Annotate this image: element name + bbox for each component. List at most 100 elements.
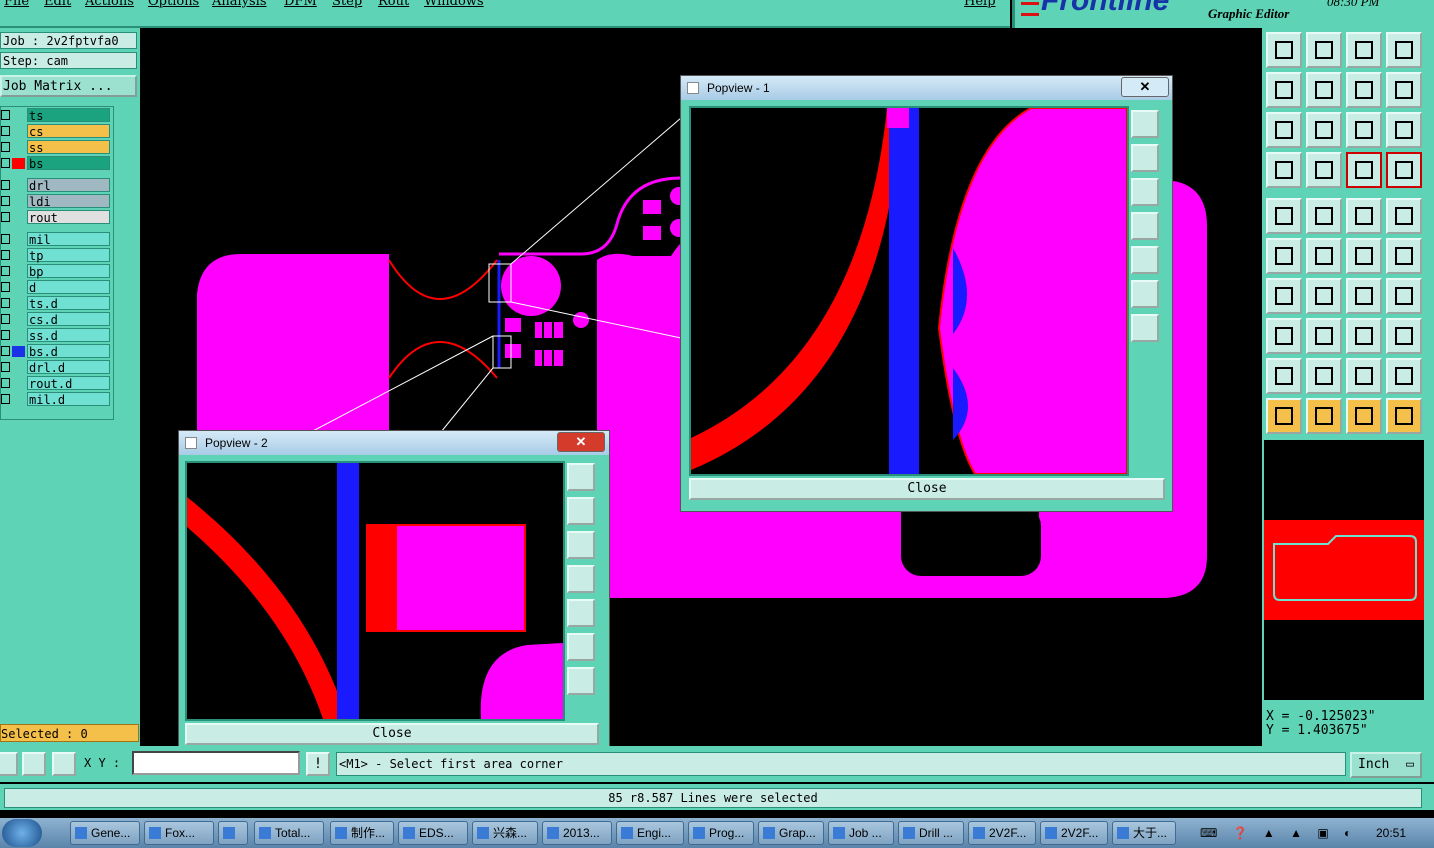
undo-icon[interactable] [1346,72,1382,108]
layer-name[interactable]: bs.d [27,344,110,359]
layer-row[interactable]: ldi [1,194,111,209]
pointer-select-icon[interactable] [1306,398,1342,434]
triangle-icon[interactable] [1266,358,1302,394]
menu-help[interactable]: Help [964,0,996,9]
layer-checkbox[interactable] [1,378,10,388]
arc-icon[interactable] [1346,278,1382,314]
menu-step[interactable]: Step [332,0,362,9]
layer-name[interactable]: d [27,280,110,295]
color-icon[interactable] [1306,198,1342,234]
taskbar-button[interactable]: Grap... [758,821,824,845]
layer-checkbox[interactable] [1,314,10,324]
dimension-icon[interactable] [1346,318,1382,354]
layer-row[interactable]: rout [1,210,111,225]
layer-checkbox[interactable] [1,196,10,206]
grid-tool-icon[interactable] [52,752,76,776]
taskbar-button[interactable]: Total... [254,821,324,845]
zoom-icon[interactable] [1306,112,1342,148]
layer-checkbox[interactable] [1,330,10,340]
layer-name[interactable]: ss.d [27,328,110,343]
alert-icon[interactable]: ! [306,752,330,776]
taskbar-button[interactable]: Gene... [70,821,140,845]
popview-1-titlebar[interactable]: Popview - 1 [681,76,1172,100]
dash-icon[interactable] [1306,318,1342,354]
xy-input[interactable] [132,751,300,775]
layer-checkbox[interactable] [1,142,10,152]
scale-icon[interactable] [1346,112,1382,148]
layer-name[interactable]: rout.d [27,376,110,391]
pan-right-icon[interactable] [567,599,595,627]
zoom-window-icon[interactable] [1131,110,1159,138]
layer-row[interactable]: ts.d [1,296,111,311]
menu-file[interactable]: File [4,0,29,9]
layer-row[interactable]: cs.d [1,312,111,327]
measure-icon[interactable] [1306,152,1342,188]
connect-icon[interactable] [1346,238,1382,274]
layer-name[interactable]: rout [27,210,110,225]
circle-icon[interactable] [1386,198,1422,234]
pointer-icon[interactable] [1266,398,1302,434]
point-icon[interactable] [1266,318,1302,354]
layer-row[interactable]: bs [1,156,111,171]
menu-options[interactable]: Options [148,0,199,9]
layer-row[interactable]: tp [1,248,111,263]
polygon-cut-icon[interactable] [1386,358,1422,394]
layer-row[interactable]: ss [1,140,111,155]
menu-analysis[interactable]: Analysis [212,0,267,9]
taskbar-button[interactable]: 2013... [542,821,612,845]
taskbar-button[interactable]: Job ... [828,821,894,845]
taskbar-button[interactable]: 制作... [330,821,394,845]
help-icon[interactable] [1386,112,1422,148]
settings-icon[interactable] [1266,152,1302,188]
layer-name[interactable]: bs [27,156,110,171]
layer-row[interactable]: cs [1,124,111,139]
popview-2-view[interactable] [185,461,565,721]
taskbar-button[interactable]: Engi... [616,821,684,845]
taskbar-button[interactable] [218,821,248,845]
menu-rout[interactable]: Rout [378,0,409,9]
taskbar-button[interactable]: 2V2F... [1040,821,1108,845]
taskbar-button[interactable]: EDS... [398,821,468,845]
snap-tool-icon[interactable] [22,752,46,776]
graphic-canvas[interactable]: Popview - 1 ✕ Close Popview - 2 ✕ Close [141,28,1262,746]
redo-icon[interactable] [1386,72,1422,108]
layer-checkbox[interactable] [1,158,10,168]
layer-row[interactable]: rout.d [1,376,111,391]
save-icon[interactable] [1266,32,1302,68]
layer-name[interactable]: cs [27,124,110,139]
layer-name[interactable]: tp [27,248,110,263]
layer-checkbox[interactable] [1,362,10,372]
pan-left-icon[interactable] [567,565,595,593]
polygon-icon[interactable] [1306,358,1342,394]
unit-selector[interactable]: Inch ▭ [1350,752,1422,778]
zoom-fit-icon[interactable] [1131,280,1159,308]
layer-row[interactable]: d [1,280,111,295]
menu-edit[interactable]: Edit [44,0,71,9]
group-icon[interactable] [1386,318,1422,354]
layer-checkbox[interactable] [1,180,10,190]
layer-checkbox[interactable] [1,346,10,356]
node-icon[interactable] [1266,238,1302,274]
popview-2-close-icon[interactable]: ✕ [557,432,605,452]
net-select-icon[interactable] [1386,152,1422,188]
line-icon[interactable] [1306,278,1342,314]
zoom-center-icon[interactable] [567,667,595,695]
taskbar-button[interactable]: 兴森... [472,821,538,845]
ruler-icon[interactable] [1346,198,1382,234]
fit-icon[interactable] [1266,112,1302,148]
layer-name[interactable]: ldi [27,194,110,209]
zoom-window-icon[interactable] [567,463,595,491]
angle-icon[interactable] [1266,278,1302,314]
start-button[interactable] [2,819,42,847]
popview-2-titlebar[interactable]: Popview - 2 [179,431,609,455]
layer-name[interactable]: mil [27,232,110,247]
job-matrix-button[interactable]: Job Matrix ... [0,75,137,97]
layer-checkbox[interactable] [1,298,10,308]
layer-checkbox[interactable] [1,126,10,136]
layer-name[interactable]: ts [27,108,110,123]
taskbar-button[interactable]: 大于... [1112,821,1176,845]
popview-1-view[interactable] [689,106,1129,476]
taskbar-button[interactable]: 2V2F... [968,821,1036,845]
pan-up-icon[interactable] [1131,144,1159,172]
pan-up-icon[interactable] [567,497,595,525]
